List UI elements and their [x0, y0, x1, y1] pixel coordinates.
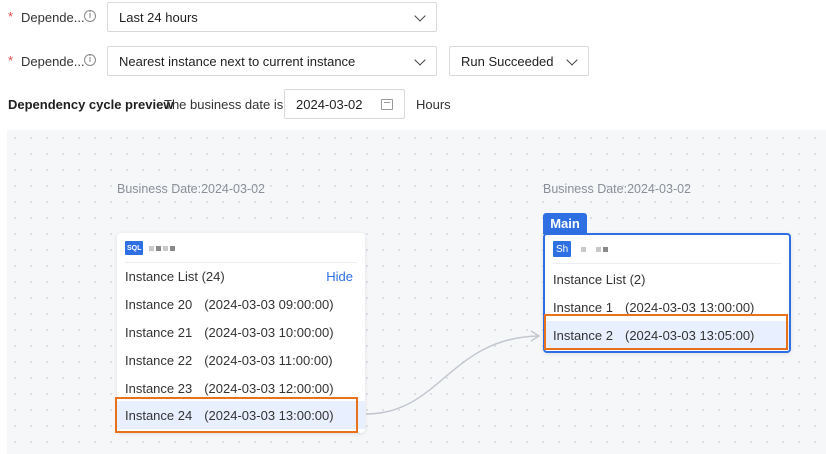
instance-name: Instance 22	[125, 352, 193, 368]
required-marker: *	[8, 53, 14, 68]
instance-item[interactable]: Instance 1 (2024-03-03 13:00:00)	[545, 293, 789, 321]
masked-name	[163, 245, 169, 251]
upstream-node[interactable]: SQL Instance List (24) Hide Instance 20 (…	[117, 233, 365, 433]
masked-name	[149, 245, 155, 251]
dependency-range-value: Last 24 hours	[119, 9, 198, 25]
instance-item-selected[interactable]: Instance 24 (2024-03-03 13:00:00)	[117, 401, 365, 429]
instance-name: Instance 24	[125, 407, 193, 423]
instance-name: Instance 21	[125, 324, 193, 340]
main-tag: Main	[543, 213, 587, 234]
main-node[interactable]: Sh Instance List (2) Instance 1 (2024-03-…	[543, 233, 791, 353]
divider	[125, 262, 357, 263]
instance-name: Instance 1	[553, 299, 613, 315]
instance-time: (2024-03-03 13:00:00)	[625, 299, 755, 315]
chevron-down-icon	[414, 10, 426, 22]
business-date-picker[interactable]: 2024-03-02	[284, 89, 405, 119]
hide-link[interactable]: Hide	[326, 269, 353, 284]
calendar-icon	[381, 99, 393, 110]
instance-item[interactable]: Instance 21 (2024-03-03 10:00:00)	[117, 318, 365, 346]
instance-list-title: Instance List (24)	[125, 269, 225, 284]
instance-time: (2024-03-03 13:05:00)	[625, 327, 755, 343]
upstream-node-header: SQL	[125, 239, 176, 257]
dependency-instance-select[interactable]: Nearest instance next to current instanc…	[107, 46, 437, 76]
instance-list-title: Instance List (2)	[553, 272, 646, 287]
sql-badge: SQL	[125, 241, 144, 255]
instance-name: Instance 23	[125, 380, 193, 396]
chevron-down-icon	[566, 54, 578, 66]
required-marker: *	[8, 9, 14, 24]
instance-name: Instance 2	[553, 327, 613, 343]
instance-time: (2024-03-03 11:00:00)	[204, 352, 333, 368]
run-status-select[interactable]: Run Succeeded	[449, 46, 589, 76]
shell-badge: Sh	[553, 241, 572, 257]
instance-name: Instance 20	[125, 296, 193, 312]
instance-item-selected[interactable]: Instance 2 (2024-03-03 13:05:00)	[545, 321, 789, 349]
instance-time: (2024-03-03 10:00:00)	[204, 324, 334, 340]
instance-time: (2024-03-03 13:00:00)	[204, 407, 334, 423]
dependency-instance-value: Nearest instance next to current instanc…	[119, 53, 356, 69]
hours-label: Hours	[416, 97, 451, 112]
run-status-value: Run Succeeded	[461, 53, 554, 69]
business-date-value: 2024-03-02	[296, 96, 363, 112]
masked-name	[596, 246, 602, 252]
dependency-range-label: Depende...	[21, 10, 85, 25]
instance-time: (2024-03-03 09:00:00)	[204, 296, 334, 312]
upstream-business-date: Business Date:2024-03-02	[117, 182, 266, 196]
preview-title: Dependency cycle preview	[8, 97, 174, 112]
instance-item[interactable]: Instance 22 (2024-03-03 11:00:00)	[117, 346, 365, 374]
chevron-down-icon	[414, 54, 426, 66]
instance-item[interactable]: Instance 23 (2024-03-03 12:00:00)	[117, 374, 365, 402]
dependency-range-select[interactable]: Last 24 hours	[107, 2, 437, 32]
divider	[553, 263, 781, 264]
instance-item[interactable]: Instance 20 (2024-03-03 09:00:00)	[117, 290, 365, 318]
main-node-header: Sh	[553, 240, 609, 258]
main-business-date: Business Date:2024-03-02	[543, 182, 692, 196]
masked-name	[170, 245, 176, 251]
info-icon[interactable]: i	[84, 54, 96, 66]
info-icon[interactable]: i	[84, 10, 96, 22]
masked-name	[581, 246, 587, 252]
business-date-text: The business date is	[164, 97, 284, 112]
instance-time: (2024-03-03 12:00:00)	[204, 380, 334, 396]
masked-name	[603, 246, 609, 252]
masked-name	[156, 245, 162, 251]
dependency-instance-label: Depende...	[21, 54, 85, 69]
